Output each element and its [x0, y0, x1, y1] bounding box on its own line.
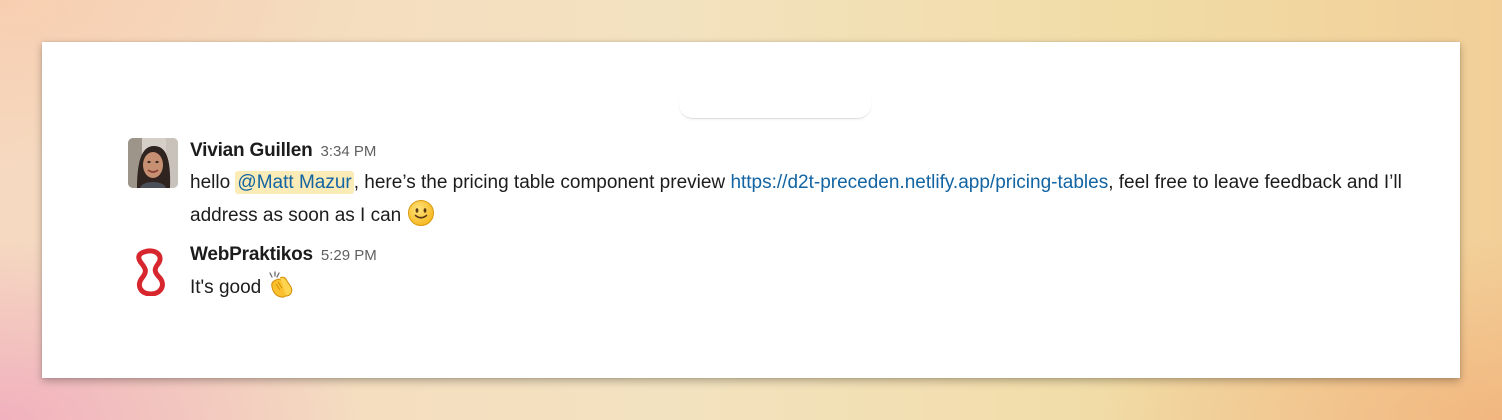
- avatar-photo-icon: [128, 138, 178, 188]
- webpraktikos-logo-icon: [136, 248, 165, 296]
- author-name[interactable]: WebPraktikos: [190, 244, 313, 265]
- message-body: Vivian Guillen 3:34 PM hello @Matt Mazur,…: [190, 138, 1420, 232]
- message-header: WebPraktikos 5:29 PM: [190, 242, 1420, 268]
- message-text-part: It's good: [190, 277, 267, 298]
- author-name[interactable]: Vivian Guillen: [190, 140, 313, 161]
- message-timestamp[interactable]: 5:29 PM: [321, 247, 377, 264]
- date-divider[interactable]: [679, 96, 871, 119]
- message-body: WebPraktikos 5:29 PM It's good: [190, 242, 1420, 304]
- message-pane: Vivian Guillen 3:34 PM hello @Matt Mazur,…: [42, 42, 1460, 378]
- user-avatar[interactable]: [126, 246, 176, 296]
- clapping-hands-icon[interactable]: [267, 271, 295, 299]
- user-mention[interactable]: @Matt Mazur: [235, 171, 354, 194]
- message-text-part: hello: [190, 172, 236, 193]
- message-text-part: , here’s the pricing table component pre…: [353, 172, 731, 193]
- message-link[interactable]: https://d2t-preceden.netlify.app/pricing…: [730, 172, 1108, 193]
- message-header: Vivian Guillen 3:34 PM: [190, 138, 1420, 164]
- message-text: It's good: [190, 271, 1420, 304]
- slightly-smiling-face-icon[interactable]: [407, 199, 435, 227]
- message-text: hello @Matt Mazur, here’s the pricing ta…: [190, 167, 1420, 232]
- message-timestamp[interactable]: 3:34 PM: [321, 143, 377, 160]
- user-avatar[interactable]: [128, 138, 178, 188]
